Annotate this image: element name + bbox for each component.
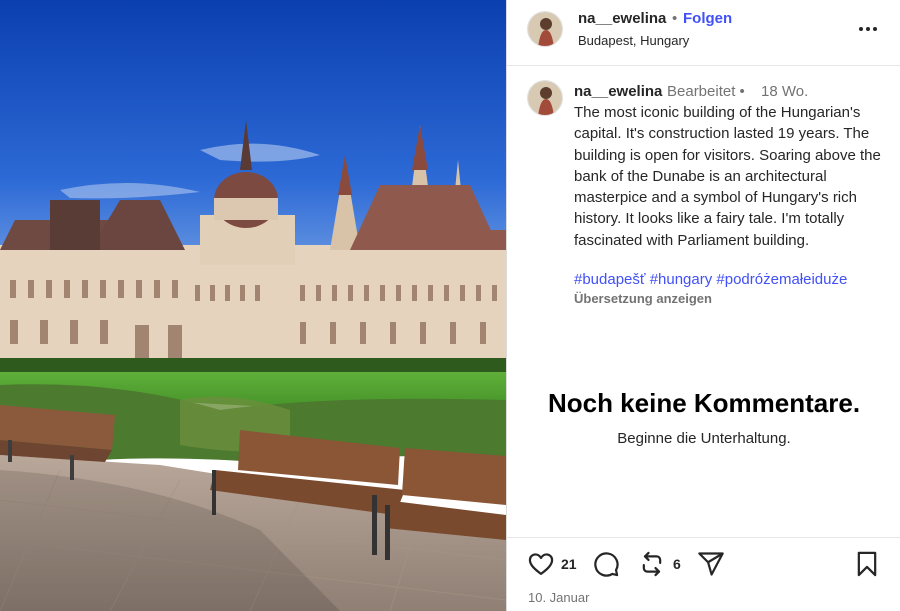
post-sidebar: na__ewelina • Folgen Budapest, Hungary n… xyxy=(506,0,900,611)
no-comments-subtitle: Beginne die Unterhaltung. xyxy=(617,430,791,447)
no-comments-title: Noch keine Kommentare. xyxy=(547,388,861,418)
follow-button[interactable]: Folgen xyxy=(683,10,732,27)
post-date[interactable]: 10. Januar xyxy=(528,590,589,605)
heart-icon[interactable] xyxy=(527,550,555,578)
post-author-username[interactable]: na__ewelina xyxy=(578,10,666,27)
caption-username[interactable]: na__ewelina xyxy=(574,83,662,100)
repost-arrows-icon[interactable] xyxy=(638,550,666,578)
separator-dot: • xyxy=(672,10,678,27)
post-location[interactable]: Budapest, Hungary xyxy=(578,33,689,48)
comment-bubble-icon[interactable] xyxy=(592,550,620,578)
parliament-photo-image xyxy=(0,0,506,611)
caption-time-ago[interactable]: 18 Wo. xyxy=(761,83,808,100)
avatar[interactable] xyxy=(527,11,563,47)
caption-avatar[interactable] xyxy=(527,80,563,116)
post-header: na__ewelina • Folgen Budapest, Hungary xyxy=(507,0,900,66)
bookmark-icon[interactable] xyxy=(853,550,881,578)
post-actions-bar: 21 6 10. Januar xyxy=(507,537,900,611)
translate-link[interactable]: Übersetzung anzeigen xyxy=(574,291,712,306)
caption-text: The most iconic building of the Hungaria… xyxy=(574,104,881,249)
reposts-count[interactable]: 6 xyxy=(673,556,681,572)
more-horizontal-icon[interactable] xyxy=(853,18,883,40)
likes-count[interactable]: 21 xyxy=(561,556,577,572)
caption-hashtags[interactable]: #budapešť #hungary #podróżemałeiduże xyxy=(574,271,847,288)
post-photo[interactable] xyxy=(0,0,506,611)
send-paper-plane-icon[interactable] xyxy=(697,550,725,578)
edited-label: Bearbeitet • xyxy=(667,83,745,100)
